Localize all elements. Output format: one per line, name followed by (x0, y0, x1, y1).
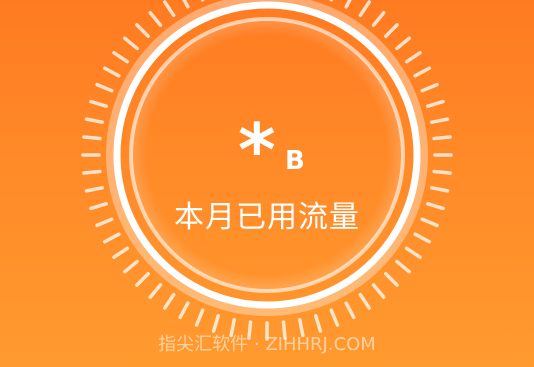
dial-tick (413, 232, 432, 244)
dial-tick (432, 135, 452, 141)
dial-tick (344, 0, 352, 9)
dial-tick (404, 246, 422, 259)
dial-tick (82, 169, 102, 175)
dial-tick (344, 301, 356, 320)
traffic-usage-screen: * B 本月已用流量 指尖汇软件 · ZIHHRJ.COM (0, 0, 534, 367)
dial-tick (84, 117, 104, 124)
dial-tick (420, 217, 439, 228)
dial-tick (358, 292, 371, 310)
dial-tick (89, 99, 108, 108)
dial-tick (404, 51, 422, 64)
dial-tick (112, 51, 130, 64)
dial-tick (123, 36, 139, 51)
dial-tick (430, 117, 450, 124)
dial-tick (82, 135, 102, 141)
dial-tick (148, 11, 163, 27)
dial-tick (384, 23, 399, 38)
dial-tick (211, 314, 220, 333)
dial-tick (112, 246, 130, 259)
dial-tick (314, 314, 323, 333)
usage-unit: B (285, 146, 305, 176)
dial-tick (371, 283, 386, 299)
dial-tick (182, 0, 190, 9)
watermark: 指尖汇软件 · ZIHHRJ.COM (158, 334, 376, 355)
dial-tick (135, 23, 150, 38)
usage-label: 本月已用流量 (174, 200, 360, 235)
dial-tick (358, 0, 371, 18)
dial-tick (430, 186, 450, 193)
dial-tick (95, 217, 114, 228)
usage-value: * (238, 108, 276, 192)
dial-tick (371, 11, 386, 27)
dial-tick (163, 292, 176, 310)
dial-tick (89, 202, 108, 211)
dial-tick (95, 82, 114, 93)
dial-tick (135, 272, 150, 287)
dial-tick (395, 36, 411, 51)
dial-tick (84, 186, 104, 193)
dial-tick (426, 202, 445, 211)
dial-tick (413, 66, 432, 78)
dial-tick (329, 308, 340, 327)
usage-amount: * B (117, 108, 417, 188)
dial-tick (432, 169, 452, 175)
dial-tick (163, 0, 176, 18)
dial-tick (384, 272, 399, 287)
dial-tick (123, 259, 139, 274)
dial-tick (178, 301, 190, 320)
dial-tick (194, 308, 205, 327)
dial-tick (395, 259, 411, 274)
dial-tick (420, 82, 439, 93)
dial-tick (426, 99, 445, 108)
dial-tick (102, 66, 121, 78)
usage-display: * B 本月已用流量 (117, 108, 417, 236)
dial-tick (148, 283, 163, 299)
